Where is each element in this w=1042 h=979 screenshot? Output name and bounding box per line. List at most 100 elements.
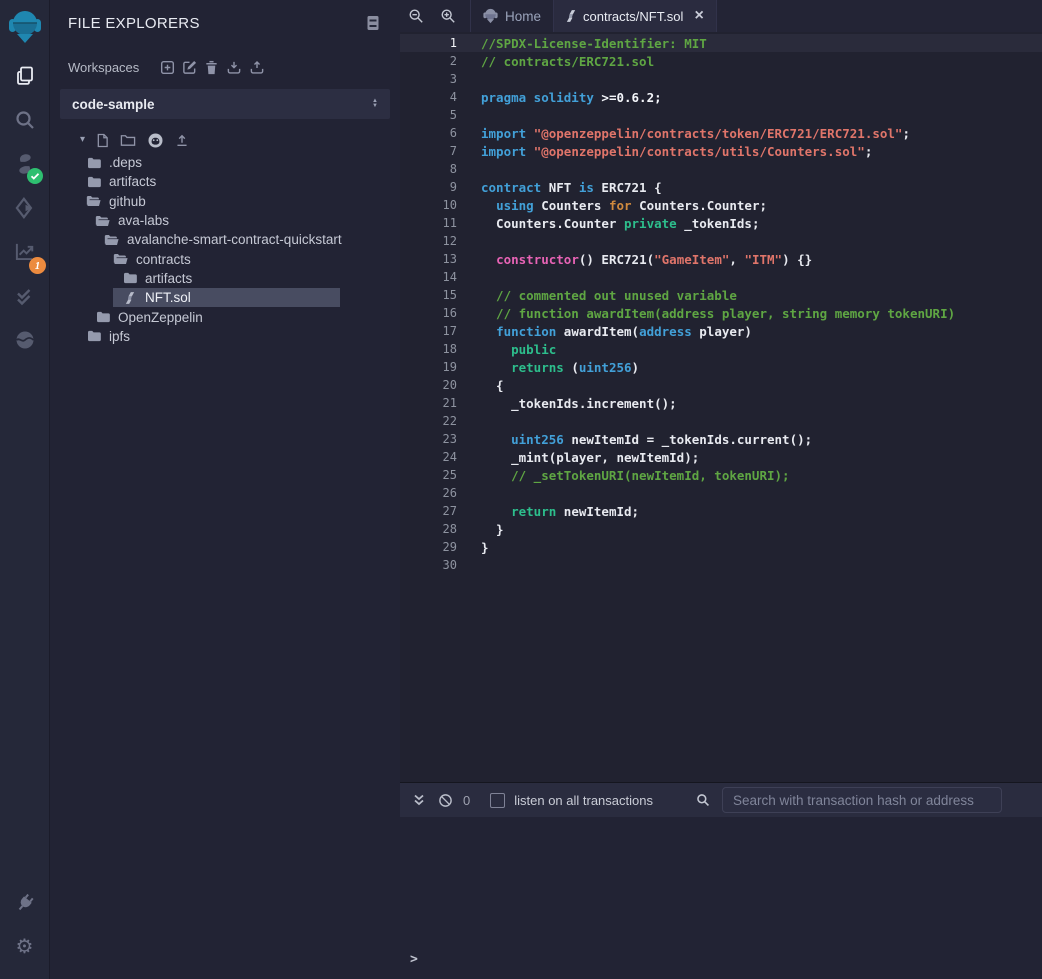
tree-item[interactable]: artifacts: [50, 269, 395, 288]
code-line[interactable]: 16 // function awardItem(address player,…: [400, 304, 1042, 322]
rename-workspace-icon[interactable]: [182, 60, 197, 75]
download-workspace-icon[interactable]: [226, 60, 242, 75]
github-icon[interactable]: [147, 132, 164, 149]
code-line[interactable]: 27 return newItemId;: [400, 502, 1042, 520]
terminal-prompt: >: [410, 952, 418, 967]
terminal-toolbar: 0 listen on all transactions: [400, 782, 1042, 817]
code-line[interactable]: 4pragma solidity >=0.6.2;: [400, 88, 1042, 106]
code-line[interactable]: 3: [400, 70, 1042, 88]
code-line[interactable]: 23 uint256 newItemId = _tokenIds.current…: [400, 430, 1042, 448]
zoom-in-icon[interactable]: [432, 0, 464, 32]
code-line[interactable]: 2 // contracts/ERC721.sol: [400, 52, 1042, 70]
code-line[interactable]: 1//SPDX-License-Identifier: MIT: [400, 34, 1042, 52]
transaction-search-input[interactable]: [722, 787, 1002, 813]
remix-ide: 1 ⚙ FILE EXPLORERS: [0, 0, 1042, 979]
code-line[interactable]: 25 // _setTokenURI(newItemId, tokenURI);: [400, 466, 1042, 484]
code-line[interactable]: 15 // commented out unused variable: [400, 286, 1042, 304]
code-line[interactable]: 28 }: [400, 520, 1042, 538]
line-number: 15: [400, 288, 457, 302]
tab-nft-sol[interactable]: contracts/NFT.sol ×: [554, 0, 717, 32]
code-text: import "@openzeppelin/contracts/token/ER…: [481, 126, 910, 141]
upload-workspace-icon[interactable]: [249, 60, 265, 75]
code-line[interactable]: 19 returns (uint256): [400, 358, 1042, 376]
tree-item[interactable]: github: [50, 192, 395, 211]
code-line[interactable]: 7import "@openzeppelin/contracts/utils/C…: [400, 142, 1042, 160]
code-line[interactable]: 9contract NFT is ERC721 {: [400, 178, 1042, 196]
collapse-tree-icon[interactable]: ▾: [80, 135, 85, 145]
tree-item-label: .deps: [109, 155, 142, 170]
line-number: 7: [400, 144, 457, 158]
terminal[interactable]: >: [400, 817, 1042, 979]
tree-item[interactable]: ava-labs: [50, 211, 395, 230]
code-line[interactable]: 29}: [400, 538, 1042, 556]
code-line[interactable]: 26: [400, 484, 1042, 502]
search-icon[interactable]: [0, 98, 49, 142]
code-line[interactable]: 24 _mint(player, newItemId);: [400, 448, 1042, 466]
code-editor[interactable]: 1//SPDX-License-Identifier: MIT 2 // contr…: [400, 32, 1042, 782]
tree-item-label: ipfs: [109, 329, 130, 344]
code-line[interactable]: 10 using Counters for Counters.Counter;: [400, 196, 1042, 214]
tree-item[interactable]: artifacts: [50, 172, 395, 191]
code-line[interactable]: 21 _tokenIds.increment();: [400, 394, 1042, 412]
code-line[interactable]: 22: [400, 412, 1042, 430]
code-line[interactable]: 12: [400, 232, 1042, 250]
plugin-manager-icon[interactable]: [0, 881, 49, 925]
collapse-terminal-icon[interactable]: [412, 793, 426, 807]
code-text: function awardItem(address player): [481, 324, 752, 339]
create-workspace-icon[interactable]: [160, 60, 175, 75]
code-text: returns (uint256): [481, 360, 639, 375]
line-number: 26: [400, 486, 457, 500]
tab-home[interactable]: Home: [470, 0, 554, 32]
new-folder-icon[interactable]: [120, 133, 136, 147]
plugin-sphere-icon[interactable]: [0, 318, 49, 362]
publish-icon[interactable]: [175, 133, 189, 148]
workspaces-label: Workspaces: [68, 60, 139, 75]
analysis-icon[interactable]: 1: [0, 230, 49, 274]
folder-closed-icon: [86, 176, 101, 188]
clear-console-icon[interactable]: [438, 793, 453, 808]
listen-transactions-checkbox[interactable]: [490, 793, 505, 808]
new-file-icon[interactable]: [96, 133, 109, 148]
folder-closed-icon: [86, 330, 101, 342]
settings-icon[interactable]: ⚙: [0, 925, 49, 969]
workspace-select[interactable]: code-sample ▲▼: [60, 89, 390, 119]
tree-item[interactable]: OpenZeppelin: [50, 307, 395, 326]
code-line[interactable]: 6import "@openzeppelin/contracts/token/E…: [400, 124, 1042, 142]
code-line[interactable]: 13 constructor() ERC721("GameItem", "ITM…: [400, 250, 1042, 268]
code-line[interactable]: 11 Counters.Counter private _tokenIds;: [400, 214, 1042, 232]
tree-item[interactable]: avalanche-smart-contract-quickstart: [50, 230, 395, 249]
code-text: // contracts/ERC721.sol: [481, 54, 654, 69]
tree-item[interactable]: ipfs: [50, 327, 395, 346]
code-line[interactable]: 20 {: [400, 376, 1042, 394]
folder-open-icon: [86, 195, 101, 207]
tree-item[interactable]: contracts: [50, 249, 395, 268]
code-line[interactable]: 17 function awardItem(address player): [400, 322, 1042, 340]
deploy-run-icon[interactable]: [0, 186, 49, 230]
tree-item[interactable]: NFT.sol: [50, 288, 395, 307]
folder-open-icon: [104, 234, 119, 246]
tree-item-label: ava-labs: [118, 213, 169, 228]
tree-item-label: artifacts: [145, 271, 192, 286]
docs-book-icon[interactable]: [366, 15, 380, 31]
file-explorer-icon[interactable]: [0, 54, 49, 98]
solidity-compiler-icon[interactable]: [0, 142, 49, 186]
delete-workspace-icon[interactable]: [204, 60, 219, 75]
code-line[interactable]: 14: [400, 268, 1042, 286]
line-number: 16: [400, 306, 457, 320]
code-line[interactable]: 5: [400, 106, 1042, 124]
code-line[interactable]: 18 public: [400, 340, 1042, 358]
unit-testing-icon[interactable]: [0, 274, 49, 318]
remix-home-icon: [483, 8, 498, 24]
folder-open-icon: [95, 215, 110, 227]
line-number: 3: [400, 72, 457, 86]
code-line[interactable]: 8: [400, 160, 1042, 178]
remix-logo: [0, 0, 49, 54]
code-line[interactable]: 30: [400, 556, 1042, 574]
line-number: 2: [400, 54, 457, 68]
zoom-out-icon[interactable]: [400, 0, 432, 32]
line-number: 25: [400, 468, 457, 482]
tree-item[interactable]: .deps: [50, 153, 395, 172]
code-text: // _setTokenURI(newItemId, tokenURI);: [481, 468, 790, 483]
line-number: 14: [400, 270, 457, 284]
close-tab-icon[interactable]: ×: [694, 8, 703, 24]
